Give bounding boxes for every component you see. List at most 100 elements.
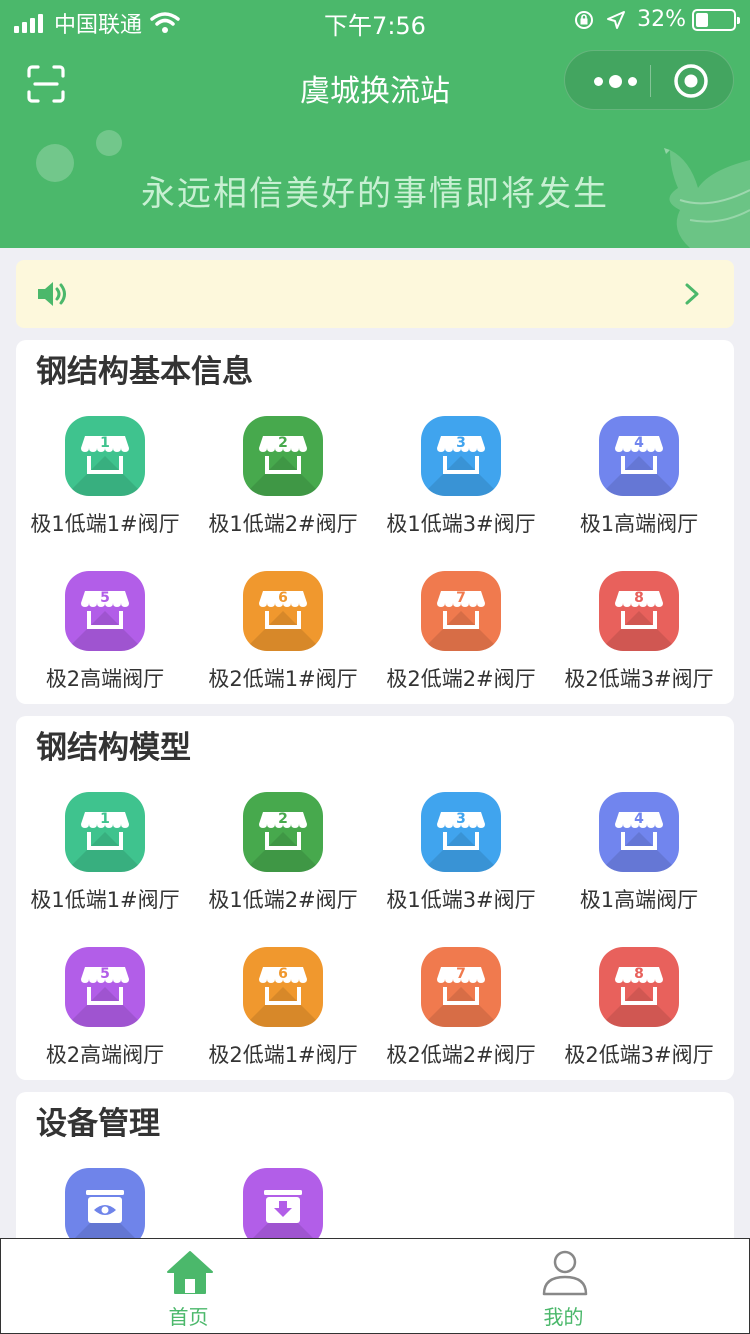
tile-number: 4 — [634, 435, 644, 451]
hall-tile: 4 — [599, 416, 679, 496]
shop-icon: 8 — [615, 966, 663, 1005]
banner: 永远相信美好的事情即将发生 — [0, 130, 750, 248]
tab-bar: 首页 我的 — [0, 1238, 750, 1334]
hall-item[interactable]: 6 极2低端1#阀厅 — [194, 571, 372, 704]
home-icon — [167, 1251, 213, 1294]
shop-icon: 6 — [259, 966, 307, 1005]
hall-item[interactable]: 3 极1低端3#阀厅 — [372, 792, 550, 952]
hall-item[interactable]: 1 极1低端1#阀厅 — [16, 792, 194, 952]
shop-icon: 7 — [437, 966, 485, 1005]
hall-label: 极2低端3#阀厅 — [564, 1043, 714, 1067]
hall-label: 极2低端2#阀厅 — [386, 667, 536, 691]
hall-label: 极2低端1#阀厅 — [208, 1043, 358, 1067]
hall-label: 极1低端2#阀厅 — [208, 512, 358, 536]
hall-label: 极2高端阀厅 — [45, 1043, 165, 1067]
battery-percent: 32% — [637, 7, 686, 32]
tile-number: 6 — [278, 966, 288, 982]
download-box-icon — [264, 1190, 302, 1223]
shop-icon: 3 — [437, 435, 485, 474]
tile-number: 1 — [100, 435, 110, 451]
user-icon — [542, 1250, 588, 1296]
hall-tile: 3 — [421, 792, 501, 872]
hall-item[interactable]: 7 极2低端2#阀厅 — [372, 571, 550, 704]
shop-icon: 2 — [259, 811, 307, 850]
hall-item[interactable]: 6 极2低端1#阀厅 — [194, 947, 372, 1080]
hall-item[interactable]: 4 极1高端阀厅 — [550, 416, 728, 576]
hall-label: 极1低端1#阀厅 — [30, 888, 180, 912]
hall-tile: 8 — [599, 947, 679, 1027]
shop-icon: 1 — [81, 435, 129, 474]
hall-item[interactable]: 4 极1高端阀厅 — [550, 792, 728, 952]
hall-label: 极1低端2#阀厅 — [208, 888, 358, 912]
hall-item[interactable]: 3 极1低端3#阀厅 — [372, 416, 550, 576]
hall-tile: 7 — [421, 571, 501, 651]
hall-tile: 7 — [421, 947, 501, 1027]
hall-label: 极1低端1#阀厅 — [30, 512, 180, 536]
hall-item[interactable]: 5 极2高端阀厅 — [16, 571, 194, 704]
hall-tile: 4 — [599, 792, 679, 872]
hall-tile: 5 — [65, 571, 145, 651]
shop-icon: 5 — [81, 590, 129, 629]
tab-home[interactable]: 首页 — [1, 1239, 376, 1334]
shop-icon: 4 — [615, 435, 663, 474]
tile-number: 3 — [456, 811, 466, 827]
tile-number: 2 — [278, 811, 288, 827]
tile-number: 7 — [456, 966, 466, 982]
hall-label: 极2低端3#阀厅 — [564, 667, 714, 691]
location-arrow-icon — [607, 10, 626, 29]
shop-icon: 1 — [81, 811, 129, 850]
hall-label: 极1高端阀厅 — [579, 888, 699, 912]
tile-number: 1 — [100, 811, 110, 827]
eye-box-icon — [86, 1190, 124, 1223]
tile-number: 4 — [634, 811, 644, 827]
hall-tile: 6 — [243, 571, 323, 651]
shop-icon: 4 — [615, 811, 663, 850]
shop-icon: 7 — [437, 590, 485, 629]
miniprogram-capsule — [564, 50, 734, 110]
hall-item[interactable]: 5 极2高端阀厅 — [16, 947, 194, 1080]
tile-number: 5 — [100, 966, 110, 982]
hall-label: 极1低端3#阀厅 — [386, 888, 536, 912]
hall-item[interactable]: 8 极2低端3#阀厅 — [550, 947, 728, 1080]
orientation-lock-icon — [575, 10, 594, 29]
hall-item[interactable]: 7 极2低端2#阀厅 — [372, 947, 550, 1080]
decor-bubble — [96, 130, 122, 156]
hall-item[interactable]: 1 极1低端1#阀厅 — [16, 416, 194, 576]
tile-number: 7 — [456, 590, 466, 606]
tile-number: 6 — [278, 590, 288, 606]
section-title: 钢结构模型 — [36, 730, 191, 766]
close-miniprogram-icon[interactable] — [673, 63, 709, 99]
section-steel-model: 钢结构模型 1 极1低端1#阀厅 2 极1低端2#阀厅 3 极1低端3#阀厅 4 极1高端阀厅… — [16, 716, 734, 1080]
more-options-icon[interactable] — [585, 51, 645, 111]
hall-tile: 8 — [599, 571, 679, 651]
tile-number: 3 — [456, 435, 466, 451]
battery-icon — [692, 8, 740, 31]
shop-icon: 3 — [437, 811, 485, 850]
hall-tile: 2 — [243, 792, 323, 872]
section-title: 设备管理 — [36, 1106, 160, 1142]
tab-mine[interactable]: 我的 — [376, 1239, 750, 1334]
tile-number: 8 — [634, 966, 644, 982]
hall-label: 极1低端3#阀厅 — [386, 512, 536, 536]
hall-label: 极2高端阀厅 — [45, 667, 165, 691]
hall-tile: 3 — [421, 416, 501, 496]
hall-tile: 1 — [65, 792, 145, 872]
slogan: 永远相信美好的事情即将发生 — [141, 174, 609, 214]
hall-tile: 1 — [65, 416, 145, 496]
equipment-download-tile — [243, 1168, 323, 1248]
tile-number: 5 — [100, 590, 110, 606]
capsule-divider — [650, 65, 651, 97]
section-title: 钢结构基本信息 — [36, 354, 253, 390]
shop-icon: 2 — [259, 435, 307, 474]
hall-tile: 5 — [65, 947, 145, 1027]
hall-tile: 6 — [243, 947, 323, 1027]
hall-item[interactable]: 2 极1低端2#阀厅 — [194, 792, 372, 952]
notice-bar[interactable] — [16, 260, 734, 328]
equipment-view-tile — [65, 1168, 145, 1248]
chevron-right-icon[interactable] — [684, 282, 700, 306]
shop-icon: 5 — [81, 966, 129, 1005]
hall-tile: 2 — [243, 416, 323, 496]
hall-item[interactable]: 8 极2低端3#阀厅 — [550, 571, 728, 704]
hall-item[interactable]: 2 极1低端2#阀厅 — [194, 416, 372, 576]
tab-home-label: 首页 — [168, 1305, 209, 1329]
